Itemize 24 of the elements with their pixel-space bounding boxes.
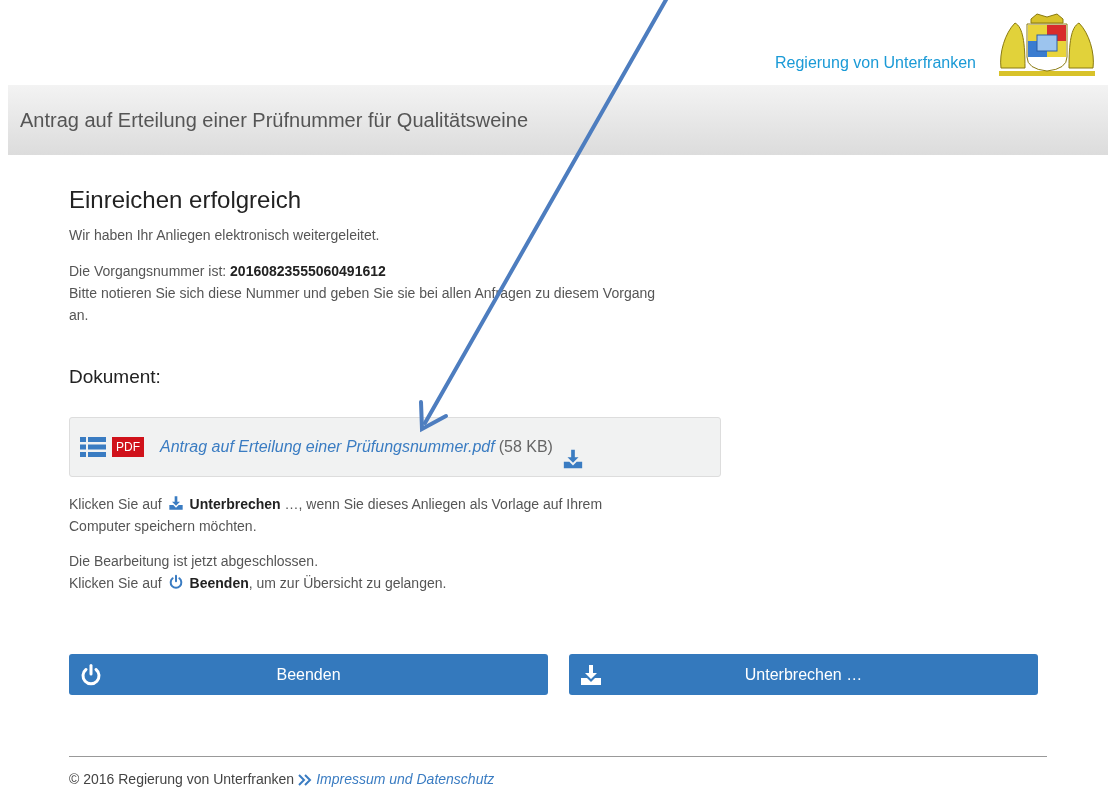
finish-button[interactable]: Beenden (69, 654, 548, 695)
pdf-badge: PDF (112, 437, 144, 457)
download-icon (579, 663, 603, 687)
power-icon (79, 663, 103, 687)
instruction-text: Beenden, um zur Übersicht zu gelangen. (189, 575, 447, 591)
download-icon (167, 495, 184, 511)
status-text: Die Bearbeitung ist jetzt abgeschlossen. (69, 552, 320, 571)
interrupt-button[interactable]: Unterbrechen … (569, 654, 1038, 695)
heading: Einreichen erfolgreich (69, 185, 303, 215)
list-icon[interactable] (80, 437, 106, 457)
instruction-text: Computer speichern möchten. (69, 517, 258, 536)
agency-name[interactable]: Regierung von Unterfranken (775, 51, 976, 75)
documents-heading: Dokument: (69, 365, 162, 389)
imprint-link[interactable]: Impressum und Datenschutz (316, 769, 495, 790)
message-text: Wir haben Ihr Anliegen elektronisch weitergeleitet. (69, 226, 381, 245)
power-icon (167, 574, 184, 590)
chevron-icon (298, 773, 313, 786)
instruction-text: Klicken Sie auf (69, 496, 162, 512)
document-link[interactable]: Antrag auf Erteilung einer Prüfungsnummer.pdf (160, 435, 495, 459)
copyright-text: © 2016 Regierung von Unterfranken (69, 770, 295, 789)
instruction-text: Unterbrechen …, wenn Sie dieses Anliegen als Vorlage auf Ihrem (189, 496, 603, 512)
page-title: Antrag auf Erteilung einer Prüfnummer für Qualitätsweine (20, 108, 529, 133)
file-size: (58 KB) (498, 437, 553, 457)
instruction-text: Klicken Sie auf (69, 575, 162, 591)
